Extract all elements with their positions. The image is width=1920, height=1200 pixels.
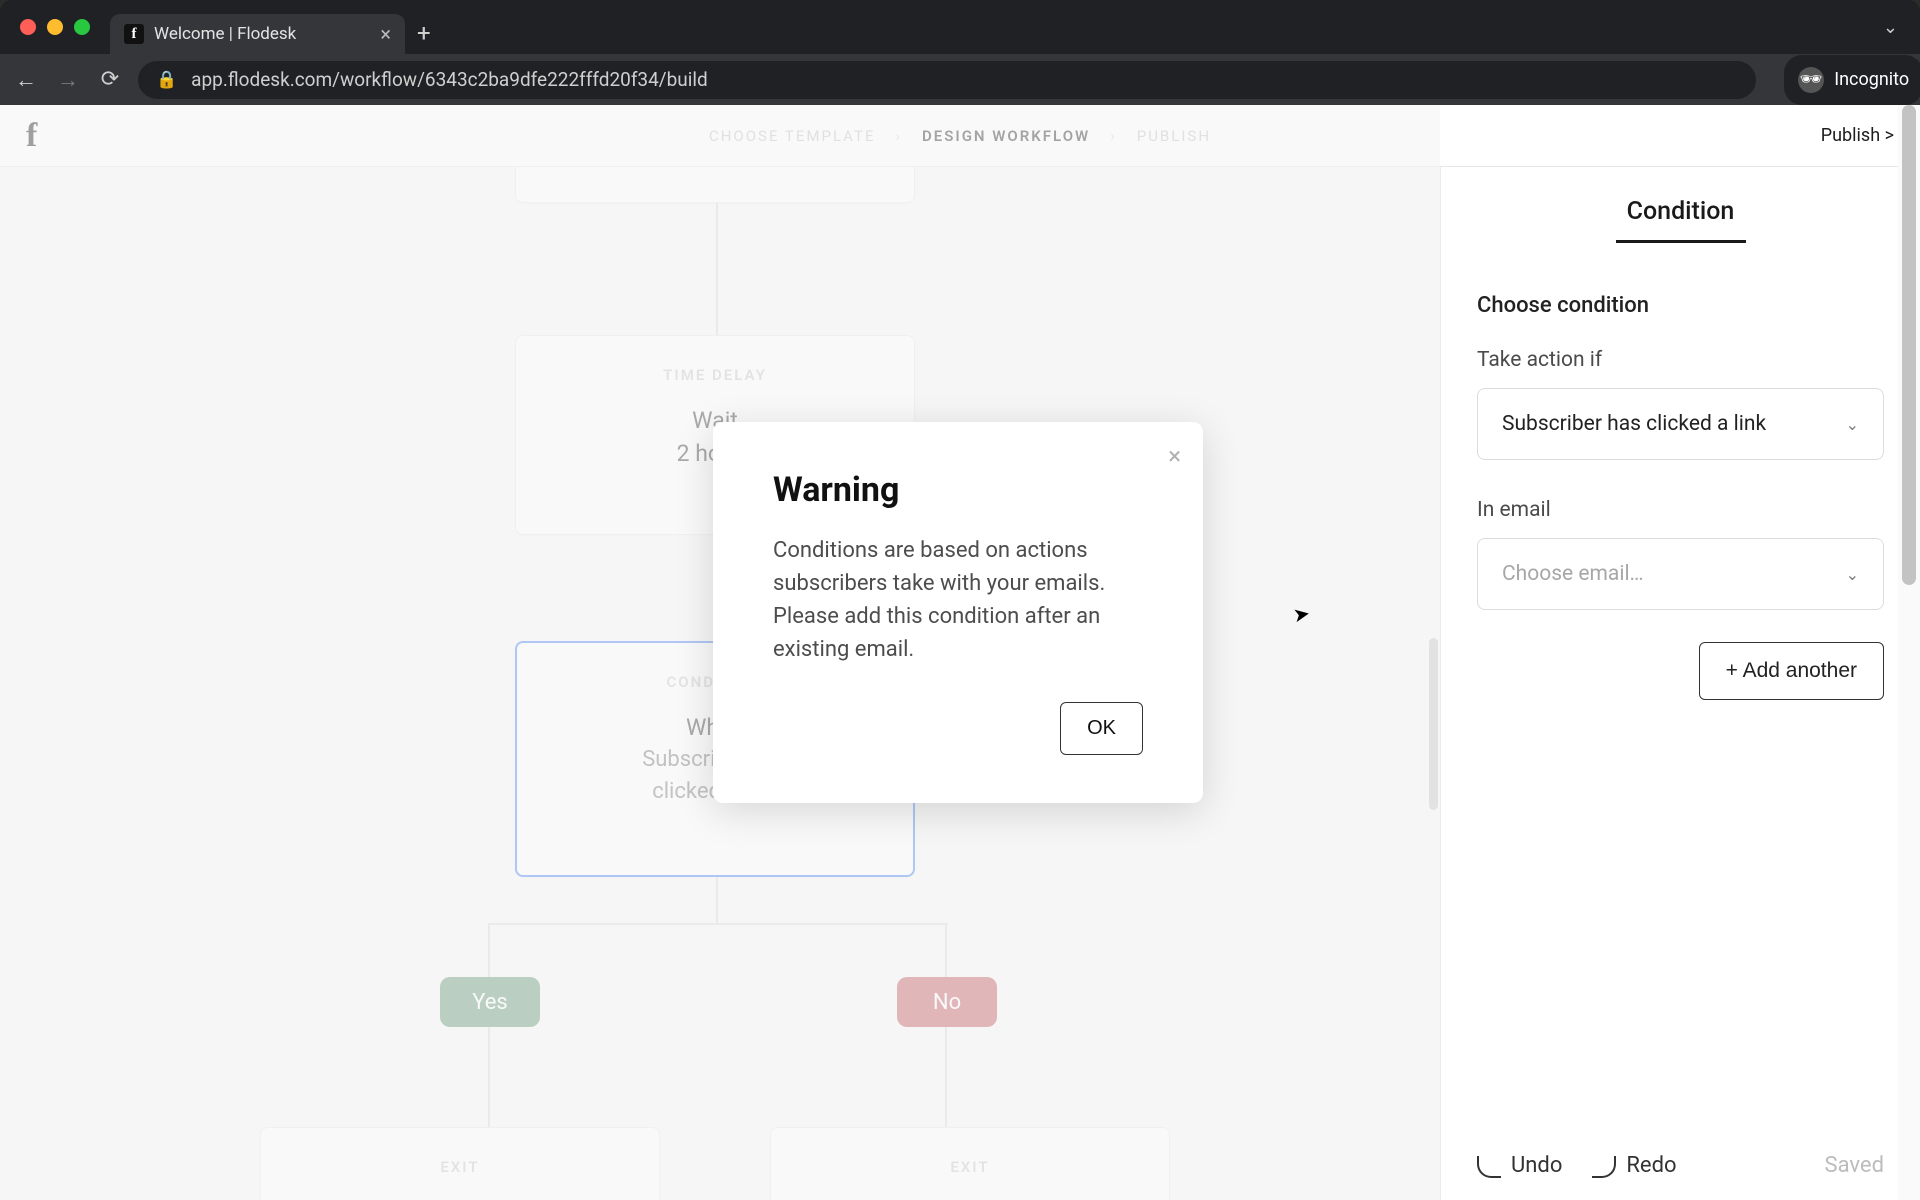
window-controls <box>12 19 110 35</box>
address-bar[interactable]: 🔒 app.flodesk.com/workflow/6343c2ba9dfe2… <box>138 61 1756 99</box>
lock-icon: 🔒 <box>156 70 177 90</box>
saved-status: Saved <box>1825 1153 1884 1178</box>
close-icon[interactable]: × <box>1168 442 1181 470</box>
reload-button[interactable]: ⟳ <box>96 67 124 92</box>
url-text: app.flodesk.com/workflow/6343c2ba9dfe222… <box>191 68 708 91</box>
browser-tab[interactable]: f Welcome | Flodesk × <box>110 14 405 54</box>
email-select[interactable]: Choose email… ⌄ <box>1477 538 1884 610</box>
modal-title: Warning <box>773 470 1143 510</box>
chevron-down-icon: ⌄ <box>1846 415 1859 434</box>
tabs-overflow-icon[interactable]: ⌄ <box>1883 17 1898 38</box>
tab-title: Welcome | Flodesk <box>154 24 296 44</box>
publish-button[interactable]: Publish > <box>1821 125 1894 146</box>
address-bar-row: ← → ⟳ 🔒 app.flodesk.com/workflow/6343c2b… <box>0 54 1920 105</box>
close-window-icon[interactable] <box>20 19 36 35</box>
browser-chrome: f Welcome | Flodesk × + ⌄ ← → ⟳ 🔒 app.fl… <box>0 0 1920 105</box>
action-select[interactable]: Subscriber has clicked a link ⌄ <box>1477 388 1884 460</box>
undo-icon <box>1477 1156 1501 1178</box>
tab-bar: f Welcome | Flodesk × + ⌄ <box>0 0 1920 54</box>
sidebar-tab[interactable]: Condition <box>1616 167 1746 243</box>
favicon-icon: f <box>124 24 144 44</box>
ok-button[interactable]: OK <box>1060 702 1143 755</box>
redo-button[interactable]: Redo <box>1592 1153 1676 1178</box>
field-label-action: Take action if <box>1477 348 1884 372</box>
new-tab-button[interactable]: + <box>417 19 431 47</box>
maximize-window-icon[interactable] <box>74 19 90 35</box>
chevron-down-icon: ⌄ <box>1846 565 1859 584</box>
sidebar-heading: Choose condition <box>1477 293 1884 318</box>
toolbar-right: 👁 ☆ ▣ 🕶 Incognito ⋮ <box>1784 68 1908 92</box>
select-value: Subscriber has clicked a link <box>1502 412 1766 436</box>
sidebar-footer: Undo Redo Saved <box>1477 1153 1884 1178</box>
modal-body: Conditions are based on actions subscrib… <box>773 534 1143 666</box>
redo-label: Redo <box>1626 1153 1676 1178</box>
minimize-window-icon[interactable] <box>47 19 63 35</box>
add-another-button[interactable]: + Add another <box>1699 642 1884 700</box>
incognito-icon: 🕶 <box>1798 67 1824 93</box>
redo-icon <box>1592 1156 1616 1178</box>
select-placeholder: Choose email… <box>1502 562 1644 586</box>
field-label-email: In email <box>1477 498 1884 522</box>
condition-sidebar: Condition Choose condition Take action i… <box>1440 167 1920 1200</box>
back-button[interactable]: ← <box>12 67 40 93</box>
page-scrollbar-thumb[interactable] <box>1902 105 1916 585</box>
undo-button[interactable]: Undo <box>1477 1153 1562 1178</box>
incognito-indicator[interactable]: 🕶 Incognito <box>1784 55 1920 105</box>
close-tab-icon[interactable]: × <box>380 22 391 46</box>
incognito-label: Incognito <box>1834 69 1909 90</box>
page-scrollbar-track[interactable] <box>1898 105 1920 1200</box>
warning-modal: × Warning Conditions are based on action… <box>713 422 1203 803</box>
forward-button[interactable]: → <box>54 67 82 93</box>
undo-label: Undo <box>1511 1153 1562 1178</box>
